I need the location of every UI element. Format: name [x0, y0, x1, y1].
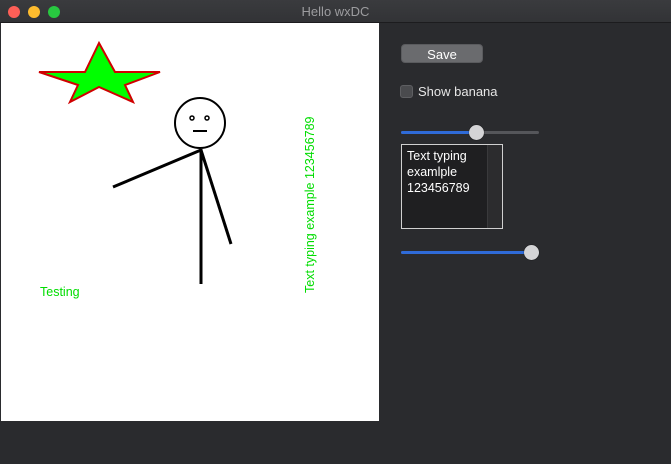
- stick-figure-arm-right: [199, 149, 233, 245]
- text-typing-scrollbar[interactable]: [487, 145, 502, 228]
- drawing-canvas[interactable]: Testing Text typing example 123456789: [1, 23, 379, 421]
- save-button[interactable]: Save: [401, 44, 483, 63]
- stick-figure: [112, 97, 233, 284]
- stick-figure-head: [174, 97, 226, 149]
- bottom-slider-fill: [401, 251, 532, 254]
- bottom-slider[interactable]: [401, 245, 539, 261]
- testing-label: Testing: [40, 285, 80, 299]
- text-typing-content[interactable]: Text typing examlple 123456789: [407, 148, 489, 196]
- top-slider-thumb[interactable]: [468, 125, 484, 140]
- vertical-text: Text typing example 123456789: [303, 116, 317, 293]
- show-banana-checkbox[interactable]: [400, 84, 413, 98]
- show-banana-row[interactable]: Show banana: [400, 82, 498, 100]
- bottom-slider-thumb[interactable]: [524, 245, 539, 260]
- show-banana-label[interactable]: Show banana: [418, 84, 498, 99]
- stick-figure-arm-left: [112, 148, 202, 189]
- top-slider[interactable]: [401, 125, 539, 141]
- window-title: Hello wxDC: [301, 4, 370, 19]
- top-slider-fill: [401, 131, 477, 134]
- text-typing-area[interactable]: Text typing examlple 123456789: [401, 144, 503, 229]
- star-shape: [38, 40, 161, 105]
- canvas-drawing: Testing Text typing example 123456789: [38, 40, 317, 299]
- title-bar: Hello wxDC: [0, 0, 671, 23]
